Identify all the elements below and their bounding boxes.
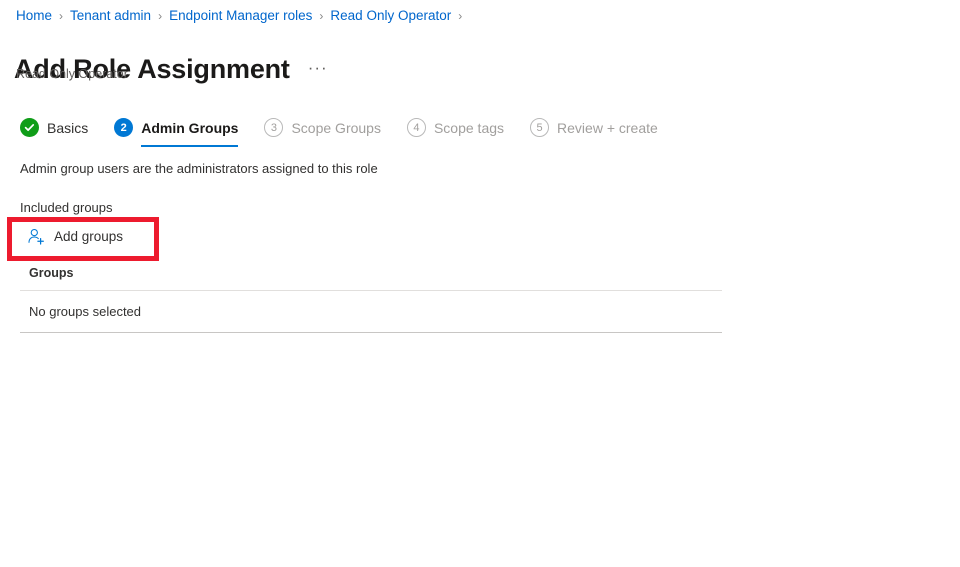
breadcrumb-separator-icon: › [158,9,163,23]
wizard-step-scope-tags[interactable]: 4 Scope tags [406,118,505,147]
page-subtitle: Read Only Operator [16,67,128,81]
add-groups-button[interactable]: Add groups [27,228,123,246]
breadcrumb-item-tenant-admin[interactable]: Tenant admin [70,7,151,25]
step-number-badge: 4 [406,118,426,137]
wizard-step-basics[interactable]: Basics [20,118,88,147]
wizard-step-label: Scope tags [433,119,505,136]
table-column-header-groups: Groups [20,265,722,291]
breadcrumb: Home › Tenant admin › Endpoint Manager r… [16,7,469,25]
step-number-badge: 3 [264,118,284,137]
wizard-step-label: Scope Groups [291,119,381,136]
breadcrumb-separator-icon: › [319,9,324,23]
active-step-underline [141,145,239,147]
step-number-badge: 5 [530,118,550,137]
person-add-icon [27,228,45,246]
wizard-step-review-create[interactable]: 5 Review + create [530,118,658,147]
step-number-badge: 2 [114,118,134,137]
add-groups-label: Add groups [54,229,124,244]
breadcrumb-item-endpoint-manager-roles[interactable]: Endpoint Manager roles [169,7,312,25]
wizard-steps: Basics 2 Admin Groups 3 Scope Groups 4 S… [20,118,684,147]
step-description: Admin group users are the administrators… [20,161,378,176]
table-row: No groups selected [20,291,722,333]
wizard-step-label: Review + create [557,119,658,136]
breadcrumb-separator-icon: › [458,9,463,23]
breadcrumb-item-read-only-operator[interactable]: Read Only Operator [330,7,451,25]
breadcrumb-separator-icon: › [59,9,64,23]
wizard-step-admin-groups[interactable]: 2 Admin Groups [114,118,239,147]
included-groups-label: Included groups [20,200,113,215]
check-icon [20,118,39,137]
wizard-step-label: Basics [47,119,89,136]
wizard-step-scope-groups[interactable]: 3 Scope Groups [264,118,381,147]
breadcrumb-item-home[interactable]: Home [16,7,52,25]
wizard-step-label: Admin Groups [141,119,239,136]
groups-table: Groups No groups selected [20,265,722,333]
more-actions-icon[interactable]: ··· [308,59,328,76]
